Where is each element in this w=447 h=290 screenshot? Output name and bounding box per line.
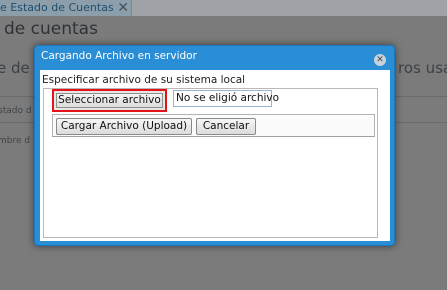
background-heading-fragment-right: ros usa bbox=[398, 59, 447, 77]
page-title: de cuentas bbox=[4, 19, 98, 39]
dialog-body: Especificar archivo de su sistema local … bbox=[40, 70, 390, 241]
tab-estado-de-cuentas[interactable]: e Estado de Cuentas ✕ bbox=[0, 0, 132, 16]
upload-button[interactable]: Cargar Archivo (Upload) bbox=[56, 118, 192, 135]
tab-close-icon[interactable]: ✕ bbox=[117, 0, 129, 16]
file-input-row: Seleccionar archivo No se eligió archivo bbox=[52, 89, 310, 112]
close-icon[interactable]: ✕ bbox=[374, 54, 386, 66]
file-status: No se eligió archivo bbox=[173, 90, 279, 107]
background-row-label: stado d bbox=[0, 106, 32, 116]
cancel-button[interactable]: Cancelar bbox=[196, 118, 256, 135]
background-row-label: mbre d bbox=[0, 136, 31, 146]
select-file-button[interactable]: Seleccionar archivo bbox=[56, 93, 163, 108]
upload-dialog: Cargando Archivo en servidor ✕ Especific… bbox=[34, 45, 395, 246]
dialog-title: Cargando Archivo en servidor bbox=[41, 50, 197, 62]
tab-label: e Estado de Cuentas bbox=[0, 1, 114, 14]
tab-bar: e Estado de Cuentas ✕ bbox=[0, 0, 447, 16]
select-file-button-highlight: Seleccionar archivo bbox=[52, 89, 167, 112]
action-bar: Cargar Archivo (Upload) Cancelar bbox=[52, 114, 375, 137]
file-field-label: Especificar archivo de su sistema local bbox=[42, 74, 246, 86]
